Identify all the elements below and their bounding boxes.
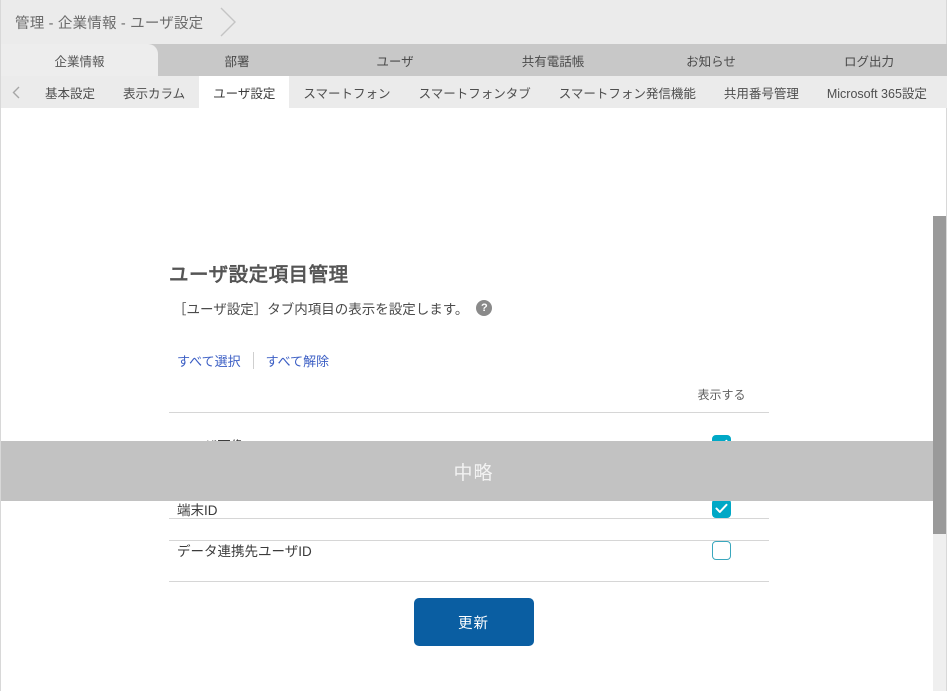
- column-header-show: 表示する: [674, 386, 769, 403]
- subtab-smartphone-tab[interactable]: スマートフォンタブ: [405, 76, 545, 108]
- subtab-label: 表示カラム: [123, 83, 185, 102]
- more-vertical-icon[interactable]: ⋮: [941, 76, 947, 108]
- tab-label: 部署: [224, 51, 249, 70]
- page-description: ［ユーザ設定］タブ内項目の表示を設定します。 ?: [173, 298, 492, 318]
- subtab-microsoft-365[interactable]: Microsoft 365設定: [813, 76, 941, 108]
- table-row: データ連携先ユーザID: [169, 518, 769, 582]
- subtab-shared-number-management[interactable]: 共用番号管理: [710, 76, 813, 108]
- subtab-display-columns[interactable]: 表示カラム: [109, 76, 199, 108]
- subtab-basic-settings[interactable]: 基本設定: [31, 76, 109, 108]
- content-area: ユーザ設定項目管理 ［ユーザ設定］タブ内項目の表示を設定します。 ? すべて選択…: [1, 108, 946, 691]
- application-window: 管理 - 企業情報 - ユーザ設定 企業情報 部署 ユーザ 共有電話帳 お知らせ…: [0, 0, 947, 691]
- chevron-right-icon: [217, 0, 241, 44]
- checkbox-data-link-user-id[interactable]: [712, 541, 731, 560]
- secondary-tab-bar: 基本設定 表示カラム ユーザ設定 スマートフォン スマートフォンタブ スマートフ…: [1, 76, 946, 108]
- subtab-smartphone-calling[interactable]: スマートフォン発信機能: [545, 76, 710, 108]
- tab-company-info[interactable]: 企業情報: [1, 44, 158, 76]
- tab-user[interactable]: ユーザ: [316, 44, 474, 76]
- subtab-label: スマートフォン発信機能: [559, 83, 696, 102]
- tab-label: お知らせ: [686, 51, 736, 70]
- row-label: データ連携先ユーザID: [169, 540, 312, 560]
- tab-label: ログ出力: [844, 51, 894, 70]
- breadcrumb-bar: 管理 - 企業情報 - ユーザ設定: [1, 0, 946, 44]
- select-all-link[interactable]: すべて選択: [173, 351, 253, 370]
- row-label: 端末ID: [169, 499, 218, 519]
- help-icon[interactable]: ?: [476, 300, 492, 316]
- tab-department[interactable]: 部署: [158, 44, 316, 76]
- page-description-text: ［ユーザ設定］タブ内項目の表示を設定します。: [173, 298, 468, 318]
- omitted-section-band: 中略: [1, 441, 946, 501]
- submit-button-area: 更新: [1, 598, 946, 646]
- row-checkbox-cell: [674, 499, 769, 518]
- subtab-smartphone[interactable]: スマートフォン: [289, 76, 404, 108]
- omitted-label: 中略: [453, 458, 493, 485]
- vertical-scrollbar-thumb[interactable]: [933, 216, 946, 534]
- tab-label: ユーザ: [376, 51, 413, 70]
- subtab-user-settings[interactable]: ユーザ設定: [199, 76, 289, 108]
- breadcrumb: 管理 - 企業情報 - ユーザ設定: [15, 12, 203, 33]
- subtab-label: スマートフォン: [303, 83, 390, 102]
- checkbox-terminal-id[interactable]: [712, 499, 731, 518]
- tab-label: 共有電話帳: [522, 51, 585, 70]
- clear-all-link[interactable]: すべて解除: [254, 351, 342, 370]
- table-header: 表示する: [169, 386, 769, 413]
- subtab-label: 基本設定: [45, 83, 95, 102]
- subtab-label: 共用番号管理: [724, 83, 799, 102]
- update-button[interactable]: 更新: [414, 598, 534, 646]
- chevron-left-icon[interactable]: [1, 76, 31, 108]
- settings-table-bottom: データ連携先ユーザID: [169, 518, 769, 582]
- tab-shared-phonebook[interactable]: 共有電話帳: [474, 44, 632, 76]
- subtab-label: スマートフォンタブ: [419, 83, 531, 102]
- tab-notice[interactable]: お知らせ: [632, 44, 790, 76]
- page-title: ユーザ設定項目管理: [169, 258, 349, 287]
- subtab-label: ユーザ設定: [213, 83, 275, 102]
- row-checkbox-cell: [674, 541, 769, 560]
- bulk-selection-links: すべて選択 すべて解除: [173, 351, 341, 370]
- tab-log-export[interactable]: ログ出力: [790, 44, 947, 76]
- subtab-label: Microsoft 365設定: [827, 83, 927, 102]
- tab-label: 企業情報: [54, 51, 104, 70]
- primary-tab-bar: 企業情報 部署 ユーザ 共有電話帳 お知らせ ログ出力: [1, 44, 946, 76]
